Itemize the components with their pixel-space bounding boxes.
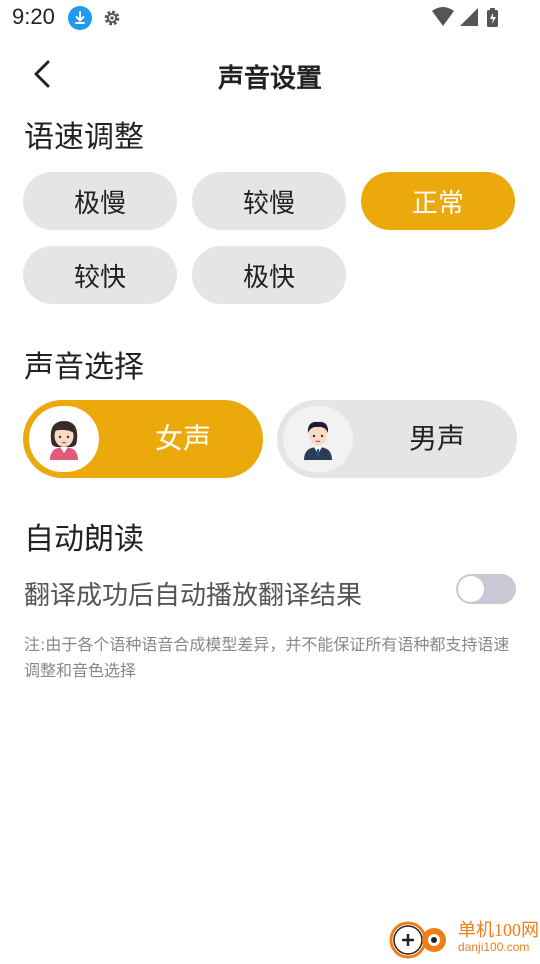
voice-option-male[interactable]: 男声 (277, 400, 517, 478)
auto-read-label: 翻译成功后自动播放翻译结果 (24, 581, 363, 611)
page-title: 声音设置 (217, 64, 322, 94)
speed-option-normal[interactable]: 正常 (361, 172, 515, 230)
voice-option-label: 女声 (154, 422, 211, 455)
header: 声音设置 (0, 50, 540, 98)
speed-section-title: 语速调整 (24, 120, 144, 155)
signal-icon (460, 8, 478, 26)
watermark: 单机100网 danji100.com (388, 916, 540, 960)
disclaimer-note: 注:由于各个语种语音合成模型差异，并不能保证所有语种都支持语速调整和音色选择 (24, 635, 510, 680)
download-icon (68, 6, 92, 30)
speed-option-very-slow[interactable]: 极慢 (23, 172, 177, 230)
speed-option-slow[interactable]: 较慢 (192, 172, 346, 230)
male-avatar-icon (283, 406, 353, 472)
voice-section-title: 声音选择 (24, 350, 144, 385)
watermark-url: danji100.com (458, 940, 530, 954)
toggle-knob (458, 576, 484, 602)
status-bar: 9:20 (0, 0, 540, 36)
watermark-text: 单机100网 (458, 920, 539, 940)
auto-read-section-title: 自动朗读 (24, 522, 144, 557)
system-icons (432, 7, 502, 29)
auto-read-toggle[interactable] (456, 574, 516, 604)
speed-option-very-fast[interactable]: 极快 (192, 246, 346, 304)
battery-icon (487, 8, 498, 27)
gear-icon (101, 7, 123, 29)
speed-option-fast[interactable]: 较快 (23, 246, 177, 304)
watermark-logo-icon (389, 921, 446, 959)
female-avatar-icon (29, 406, 99, 472)
wifi-icon (432, 7, 454, 26)
voice-option-label: 男声 (408, 422, 465, 455)
status-time: 9:20 (12, 4, 55, 29)
voice-option-female[interactable]: 女声 (23, 400, 263, 478)
